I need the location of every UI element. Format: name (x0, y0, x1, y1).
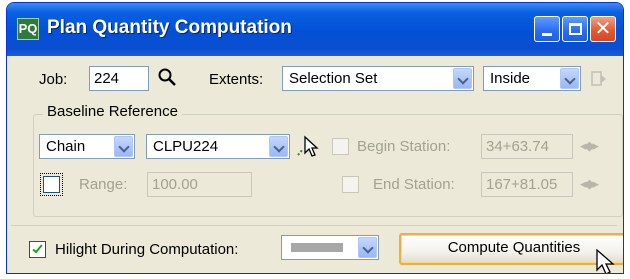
hilight-color-fill (291, 243, 343, 252)
extents-mode-dropdown[interactable]: Inside (483, 66, 581, 91)
chevron-down-icon[interactable] (453, 68, 472, 89)
baseline-name-value: CLPU224 (153, 138, 219, 155)
end-station-checkbox[interactable] (342, 176, 359, 193)
maximize-icon (569, 23, 582, 35)
checkmark-icon (32, 242, 43, 254)
mouse-cursor-icon (595, 248, 619, 273)
plan-quantity-window: PQ Plan Quantity Computation ✕ Job: 224 … (6, 2, 624, 274)
minimize-button[interactable] (534, 16, 560, 42)
compute-quantities-button[interactable]: Compute Quantities (399, 233, 623, 265)
chevron-down-icon[interactable] (358, 237, 377, 258)
begin-station-spin-icon[interactable]: ◂◆▸ (580, 138, 599, 154)
begin-station-checkbox[interactable] (332, 138, 349, 155)
baseline-type-dropdown[interactable]: Chain (39, 134, 135, 159)
chevron-down-icon[interactable] (114, 136, 133, 157)
extents-mode-value: Inside (490, 70, 531, 87)
close-icon: ✕ (594, 18, 612, 40)
begin-station-input[interactable]: 34+63.74 (481, 134, 573, 159)
window-title: Plan Quantity Computation (47, 17, 292, 38)
baseline-reference-title: Baseline Reference (43, 103, 182, 120)
end-station-spin-icon[interactable]: ◂◆▸ (580, 176, 599, 192)
chevron-down-icon[interactable] (560, 68, 579, 89)
maximize-button[interactable] (562, 16, 588, 42)
close-button[interactable]: ✕ (590, 16, 616, 42)
begin-station-label: Begin Station: (357, 138, 451, 155)
baseline-type-value: Chain (46, 138, 86, 155)
extents-dropdown[interactable]: Selection Set (282, 66, 474, 91)
chevron-down-icon[interactable] (269, 136, 288, 157)
select-element-icon[interactable] (295, 133, 323, 161)
hilight-checkbox[interactable] (29, 241, 46, 258)
end-station-input[interactable]: 167+81.05 (481, 172, 573, 197)
separator (11, 225, 617, 226)
hilight-color-swatch (287, 239, 347, 256)
hilight-label: Hilight During Computation: (55, 241, 239, 258)
minimize-icon (542, 33, 552, 36)
range-label: Range: (79, 176, 128, 193)
extents-label: Extents: (209, 71, 264, 88)
job-input[interactable]: 224 (89, 66, 149, 91)
title-bar[interactable]: PQ Plan Quantity Computation ✕ (7, 3, 623, 56)
app-icon: PQ (17, 18, 39, 40)
range-input[interactable]: 100.00 (147, 172, 252, 197)
end-station-label: End Station: (373, 176, 455, 193)
extents-value: Selection Set (289, 70, 378, 87)
fence-icon (589, 69, 609, 89)
baseline-name-dropdown[interactable]: CLPU224 (146, 134, 290, 159)
job-label: Job: (39, 71, 68, 88)
magnifier-icon[interactable] (157, 67, 179, 89)
baseline-reference-group (33, 114, 623, 217)
range-checkbox[interactable] (40, 173, 63, 196)
